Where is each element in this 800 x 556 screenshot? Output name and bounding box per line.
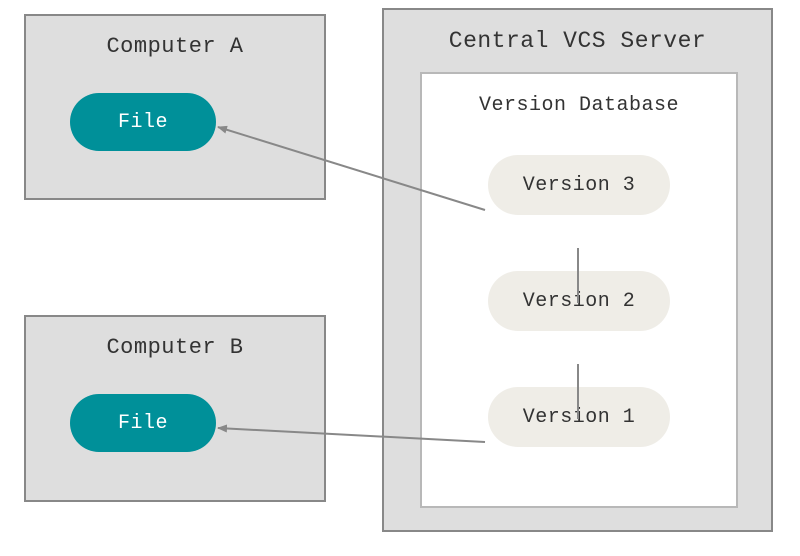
computer-b-title: Computer B bbox=[26, 335, 324, 360]
version-1-pill: Version 1 bbox=[488, 387, 670, 447]
version-2-label: Version 2 bbox=[523, 290, 636, 313]
version-database-title: Version Database bbox=[422, 94, 736, 117]
version-3-pill: Version 3 bbox=[488, 155, 670, 215]
computer-a-title: Computer A bbox=[26, 34, 324, 59]
computer-a-file-label: File bbox=[118, 111, 168, 134]
server-title: Central VCS Server bbox=[384, 28, 771, 54]
server-box: Central VCS Server Version Database Vers… bbox=[382, 8, 773, 532]
computer-b-box: Computer B File bbox=[24, 315, 326, 502]
computer-a-file-pill: File bbox=[70, 93, 216, 151]
version-1-label: Version 1 bbox=[523, 406, 636, 429]
computer-b-file-pill: File bbox=[70, 394, 216, 452]
version-2-pill: Version 2 bbox=[488, 271, 670, 331]
computer-b-file-label: File bbox=[118, 412, 168, 435]
version-database-box: Version Database Version 3 Version 2 Ver… bbox=[420, 72, 738, 508]
version-3-label: Version 3 bbox=[523, 174, 636, 197]
computer-a-box: Computer A File bbox=[24, 14, 326, 200]
